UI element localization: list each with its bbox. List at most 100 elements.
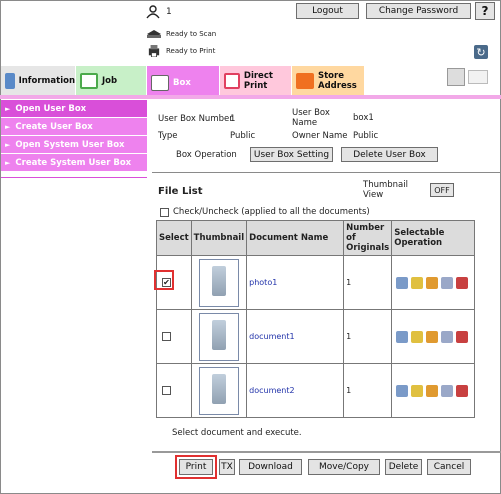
document-link[interactable]: photo1 [249, 278, 277, 287]
print-status-text: Ready to Print [166, 47, 216, 55]
document-thumbnail[interactable] [198, 366, 239, 415]
col-selectable-operation: Selectable Operation [391, 220, 475, 256]
edit-icon[interactable] [411, 330, 424, 343]
tab-store-address-label: Store Address [318, 70, 357, 91]
select-cell [156, 363, 192, 418]
tab-information-label: Information [18, 75, 75, 86]
cancel-button[interactable]: Cancel [427, 459, 471, 475]
tab-direct-print[interactable]: Direct Print [220, 66, 291, 95]
user-box-setting-button[interactable]: User Box Setting [250, 147, 333, 162]
delete-button[interactable]: Delete [385, 459, 422, 475]
row-checkbox[interactable] [162, 332, 171, 341]
box-owner-label: Owner Name [292, 131, 348, 141]
col-select: Select [156, 220, 192, 256]
file-table: Select Thumbnail Document Name Number of… [156, 220, 475, 418]
document-name-cell: photo1 [246, 255, 345, 310]
box-operation-label: Box Operation [176, 150, 237, 160]
check-all-checkbox[interactable] [160, 208, 169, 217]
copy-icon[interactable] [441, 384, 454, 397]
table-header-row: Select Thumbnail Document Name Number of… [156, 220, 475, 256]
sidebar-bottom-line [1, 177, 147, 178]
folder-icon[interactable] [426, 330, 439, 343]
info-icon [5, 72, 15, 89]
sidebar-item-create-system-user-box[interactable]: ► Create System User Box [1, 154, 147, 171]
tab-job[interactable]: Job [76, 66, 146, 95]
tab-bar-underline [0, 95, 501, 99]
box-icon [151, 74, 169, 91]
box-number-value: 1 [230, 114, 236, 124]
thumbnail-cell [190, 309, 248, 364]
box-type-value: Public [230, 131, 256, 141]
thumbnail-cell [190, 255, 248, 310]
arrow-right-icon: ► [5, 104, 11, 113]
edit-icon[interactable] [411, 384, 424, 397]
document-link[interactable]: document1 [249, 332, 294, 341]
tab-job-label: Job [102, 75, 118, 86]
box-number-label: User Box Number [158, 114, 233, 124]
delete-icon[interactable] [456, 384, 469, 397]
folder-icon[interactable] [426, 384, 439, 397]
toolbar-config-icon[interactable] [447, 68, 465, 86]
document-name-cell: document1 [246, 309, 345, 364]
col-thumbnail: Thumbnail [190, 220, 248, 256]
folder-icon[interactable] [426, 276, 439, 289]
col-number-of-originals: Number of Originals [343, 220, 393, 256]
user-count: 1 [166, 7, 172, 17]
refresh-icon[interactable]: ↻ [474, 45, 488, 59]
box-name-value: box1 [353, 113, 374, 123]
document-thumbnail[interactable] [198, 258, 239, 307]
job-icon [80, 72, 98, 89]
change-password-button[interactable]: Change Password [366, 3, 471, 19]
download-button[interactable]: Download [239, 459, 302, 475]
box-owner-value: Public [353, 131, 379, 141]
operations-cell [391, 255, 475, 310]
help-button[interactable]: ? [475, 2, 495, 20]
box-name-label: User Box Name [292, 108, 330, 128]
sidebar-item-create-user-box[interactable]: ► Create User Box [1, 118, 147, 135]
edit-icon[interactable] [411, 276, 424, 289]
delete-icon[interactable] [456, 330, 469, 343]
direct-print-icon [224, 72, 240, 89]
user-icon [146, 5, 160, 19]
box-type-label: Type [158, 131, 178, 141]
toolbar-window-icon[interactable] [468, 70, 488, 84]
document-thumbnail[interactable] [198, 312, 239, 361]
table-row: document1 1 [156, 309, 475, 364]
sidebar-item-open-user-box[interactable]: ► Open User Box [1, 100, 147, 117]
print-status: Ready to Print [146, 45, 215, 57]
delete-user-box-button[interactable]: Delete User Box [341, 147, 438, 162]
originals-cell: 1 [343, 255, 393, 310]
detail-icon[interactable] [396, 384, 409, 397]
document-link[interactable]: document2 [249, 386, 294, 395]
thumbnail-view-toggle[interactable]: OFF [430, 183, 454, 197]
delete-icon[interactable] [456, 276, 469, 289]
row-checkbox[interactable] [162, 386, 171, 395]
operations-cell [391, 363, 475, 418]
scan-status-text: Ready to Scan [166, 30, 217, 38]
divider [152, 172, 500, 173]
instruction-text: Select document and execute. [172, 428, 302, 438]
logout-button[interactable]: Logout [296, 3, 359, 19]
table-row: ✔ photo1 1 [156, 255, 475, 310]
col-document-name: Document Name [246, 220, 345, 256]
detail-icon[interactable] [396, 330, 409, 343]
tab-information[interactable]: Information [1, 66, 75, 95]
printer-icon [148, 45, 160, 57]
copy-icon[interactable] [441, 276, 454, 289]
arrow-right-icon: ► [5, 158, 11, 167]
user-info: 1 [146, 4, 172, 20]
copy-icon[interactable] [441, 330, 454, 343]
tx-button[interactable]: TX [219, 459, 235, 475]
store-address-icon [296, 72, 314, 89]
thumbnail-cell [190, 363, 248, 418]
tab-store-address[interactable]: Store Address [292, 66, 364, 95]
tab-box-label: Box [173, 77, 191, 88]
file-list-title: File List [158, 186, 203, 197]
sidebar-item-label: Open System User Box [15, 139, 125, 150]
move-copy-button[interactable]: Move/Copy [308, 459, 380, 475]
sidebar-item-open-system-user-box[interactable]: ► Open System User Box [1, 136, 147, 153]
action-bar-divider [152, 451, 501, 453]
detail-icon[interactable] [396, 276, 409, 289]
arrow-right-icon: ► [5, 122, 11, 131]
originals-cell: 1 [343, 363, 393, 418]
